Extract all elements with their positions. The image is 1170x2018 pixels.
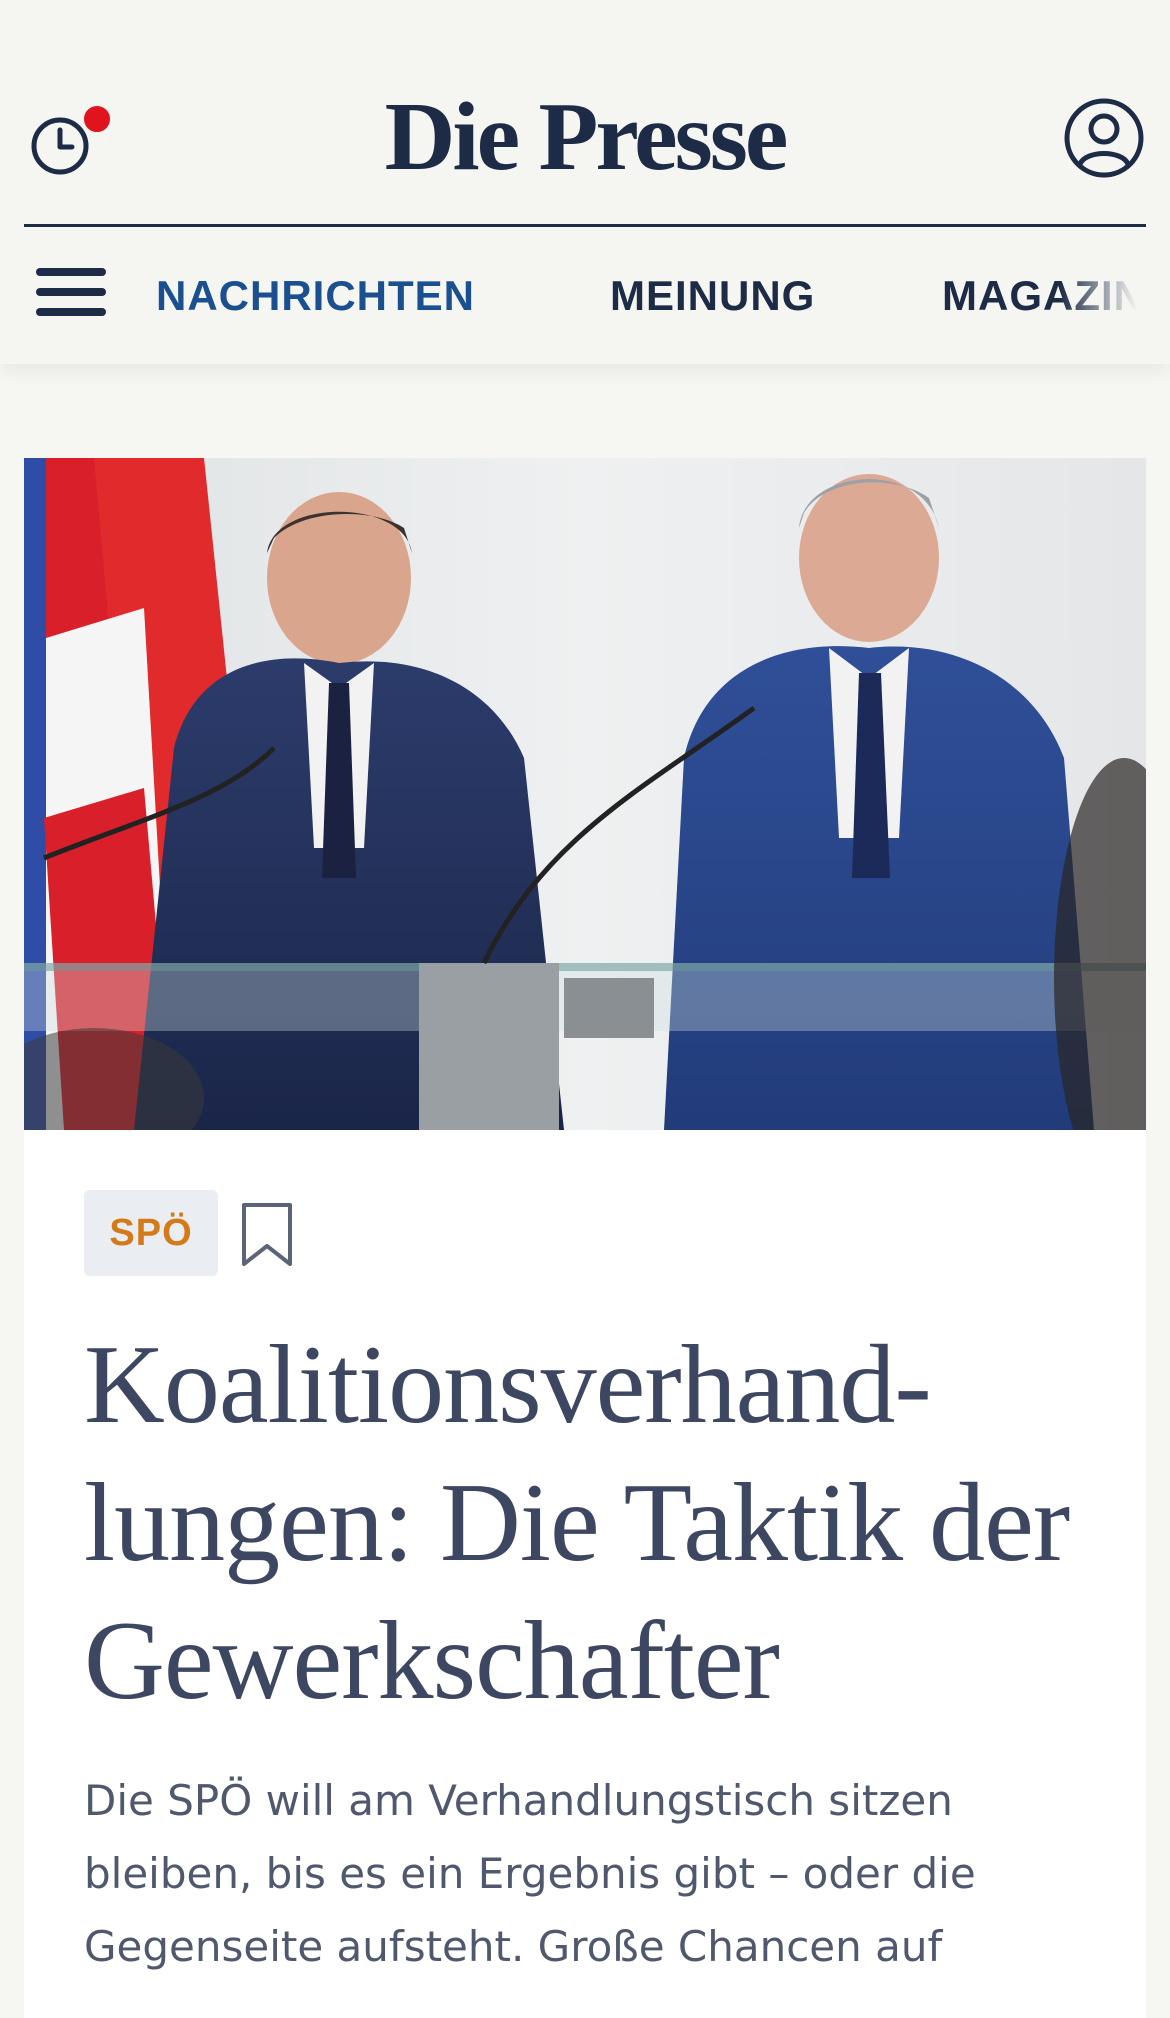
article-card[interactable]: SPÖ Koalitionsverhand­lungen: Die Taktik… [24,458,1146,2018]
site-logo[interactable]: Die Presse [0,82,1170,192]
site-header: Die Presse NACHRICHTEN MEINUNG MAGAZIN [0,0,1170,364]
nav-item-nachrichten[interactable]: NACHRICHTEN [156,272,475,320]
account-button[interactable] [1062,96,1146,180]
nav-item-meinung[interactable]: MEINUNG [610,272,815,320]
topic-tag[interactable]: SPÖ [84,1190,218,1276]
article-lead: Die SPÖ will am Verhandlungstisch sitzen… [84,1776,976,1971]
hamburger-menu-icon[interactable] [36,268,106,324]
user-circle-icon [1064,98,1144,178]
nav-scroll-fade [1060,228,1170,364]
bookmark-icon[interactable] [240,1202,294,1268]
main-nav: NACHRICHTEN MEINUNG MAGAZIN [0,228,1170,364]
article-headline[interactable]: Koalitionsverhand­lungen: Die Taktik der… [84,1316,1094,1730]
masthead: Die Presse [0,60,1170,216]
header-divider [24,224,1146,227]
article-hero-image[interactable] [24,458,1146,1130]
